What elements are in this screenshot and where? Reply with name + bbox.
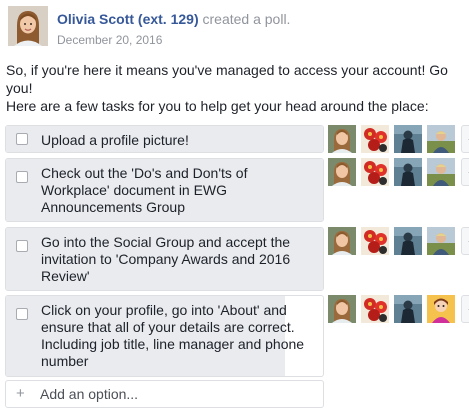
more-voters-button[interactable]: + xyxy=(461,227,469,255)
author-name-link[interactable]: Olivia Scott (ext. 129) xyxy=(57,11,199,27)
more-voters-button[interactable]: + xyxy=(461,295,469,323)
voter-avatar[interactable] xyxy=(394,158,422,186)
add-option-field[interactable]: + xyxy=(5,380,324,408)
poll-option-box[interactable]: Check out the 'Do's and Don'ts of Workpl… xyxy=(5,158,324,222)
post-body: So, if you're here it means you've manag… xyxy=(6,61,464,115)
poll-option-label: Upload a profile picture! xyxy=(41,132,189,148)
voter-avatar[interactable] xyxy=(394,295,422,323)
voter-avatar[interactable] xyxy=(427,295,455,323)
voter-avatars: + xyxy=(328,227,469,255)
plus-icon: + xyxy=(16,385,25,402)
poll-option-box[interactable]: Upload a profile picture! xyxy=(5,125,324,153)
poll-option-label: Click on your profile, go into 'About' a… xyxy=(41,302,305,369)
voter-avatar[interactable] xyxy=(361,125,389,153)
voter-avatar[interactable] xyxy=(361,295,389,323)
voter-avatars: + xyxy=(328,158,469,186)
poll-option-label: Check out the 'Do's and Don'ts of Workpl… xyxy=(41,165,248,215)
voter-avatar[interactable] xyxy=(394,227,422,255)
post-timestamp[interactable]: December 20, 2016 xyxy=(57,33,162,47)
author-avatar[interactable] xyxy=(8,6,48,46)
poll-option-label: Go into the Social Group and accept the … xyxy=(41,234,291,284)
add-option-input[interactable] xyxy=(40,384,310,404)
voter-avatar[interactable] xyxy=(328,227,356,255)
post-text-line: So, if you're here it means you've manag… xyxy=(6,62,448,96)
voter-avatar[interactable] xyxy=(328,158,356,186)
author-line: Olivia Scott (ext. 129) created a poll. xyxy=(57,11,290,27)
poll-option-box[interactable]: Go into the Social Group and accept the … xyxy=(5,227,324,291)
more-voters-button[interactable]: + xyxy=(461,158,469,186)
voter-avatar[interactable] xyxy=(328,295,356,323)
poll-checkbox[interactable] xyxy=(16,171,28,183)
voter-avatar[interactable] xyxy=(361,158,389,186)
poll-checkbox[interactable] xyxy=(16,308,28,320)
post-action-text: created a poll. xyxy=(198,11,291,27)
voter-avatars: + xyxy=(328,295,469,323)
voter-avatar[interactable] xyxy=(328,125,356,153)
voter-avatar[interactable] xyxy=(361,227,389,255)
poll-checkbox[interactable] xyxy=(16,133,28,145)
voter-avatar[interactable] xyxy=(427,227,455,255)
voter-avatar[interactable] xyxy=(427,125,455,153)
poll-checkbox[interactable] xyxy=(16,240,28,252)
voter-avatar[interactable] xyxy=(427,158,455,186)
post-header: Olivia Scott (ext. 129) created a poll. … xyxy=(8,6,463,50)
voter-avatars: + xyxy=(328,125,469,153)
post-text-line: Here are a few tasks for you to help get… xyxy=(6,98,429,114)
more-voters-button[interactable]: + xyxy=(461,125,469,153)
poll-option-box[interactable]: Click on your profile, go into 'About' a… xyxy=(5,295,324,377)
voter-avatar[interactable] xyxy=(394,125,422,153)
